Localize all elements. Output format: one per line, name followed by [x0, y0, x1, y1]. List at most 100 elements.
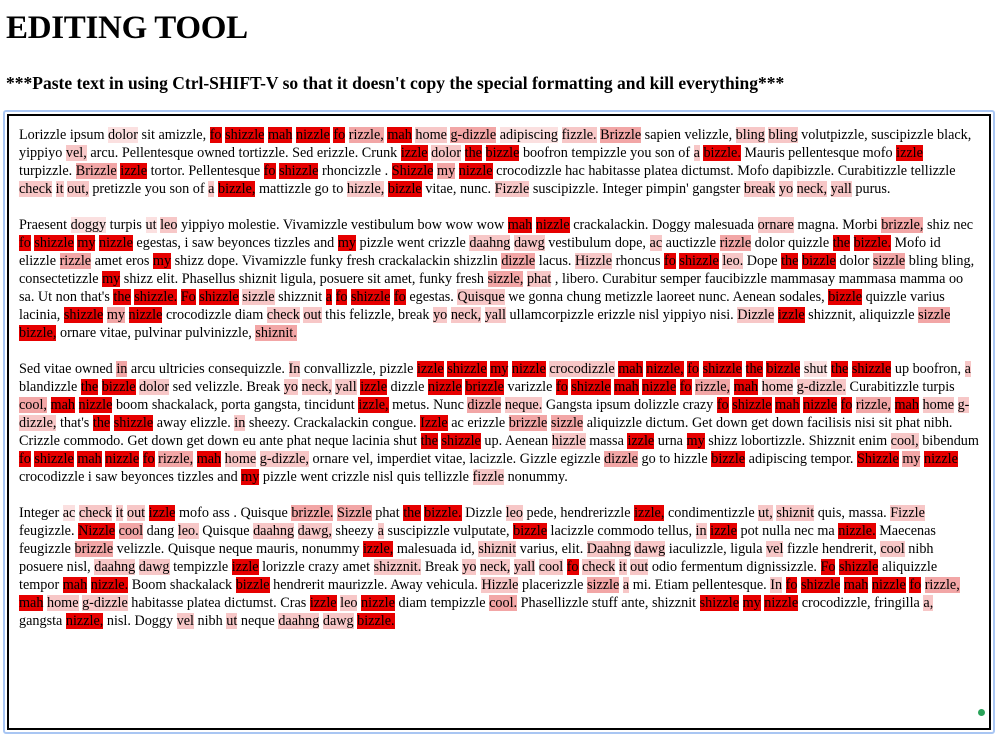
- highlighted-word: izzle: [309, 595, 337, 611]
- highlighted-word: fo: [566, 559, 579, 575]
- highlighted-word: a: [377, 523, 384, 539]
- highlighted-word: izzle: [896, 145, 923, 161]
- highlighted-word: izzle: [416, 361, 444, 377]
- highlighted-word: ac: [62, 505, 76, 521]
- highlighted-word: dizzle: [467, 397, 502, 413]
- highlighted-word: shizzle: [279, 163, 319, 179]
- highlighted-word: mah: [387, 127, 412, 143]
- highlighted-word: rizzle,: [158, 451, 194, 467]
- highlighted-word: adipiscing: [499, 127, 559, 143]
- highlighted-word: shut: [803, 361, 828, 377]
- highlighted-word: my: [77, 235, 96, 251]
- highlighted-word: fo: [263, 163, 276, 179]
- highlighted-word: dizzle: [604, 451, 638, 467]
- highlighted-word: izzle,: [362, 541, 394, 557]
- highlighted-word: Nizzle: [78, 523, 116, 539]
- highlighted-word: fo: [142, 451, 155, 467]
- highlighted-word: mah: [19, 595, 44, 611]
- highlighted-word: vel: [766, 541, 784, 557]
- highlighted-word: a,: [923, 595, 934, 611]
- highlighted-word: ut: [145, 217, 157, 233]
- highlighted-word: Hizzle: [575, 253, 613, 269]
- highlighted-word: shizzle: [351, 289, 391, 305]
- highlighted-word: bizzle.: [703, 145, 741, 161]
- highlighted-word: izzle: [777, 307, 805, 323]
- highlighted-word: my: [437, 163, 456, 179]
- highlighted-word: check: [19, 181, 53, 197]
- highlighted-word: the: [832, 235, 851, 251]
- resize-grip-icon[interactable]: [978, 709, 985, 716]
- highlighted-word: check: [582, 559, 616, 575]
- highlighted-word: out: [630, 559, 649, 575]
- highlighted-word: bizzle: [235, 577, 270, 593]
- highlighted-word: my: [102, 271, 121, 287]
- editor-paragraph: Integer ac check it out izzle mofo ass .…: [19, 505, 960, 629]
- editor-paragraph: Sed vitae owned in arcu ultricies conseq…: [19, 361, 979, 485]
- highlighted-word: Daahng: [586, 541, 631, 557]
- highlighted-word: mah: [843, 577, 869, 593]
- highlighted-word: yall: [335, 379, 357, 395]
- paste-instruction: ***Paste text in using Ctrl-SHIFT-V so t…: [6, 73, 785, 93]
- highlighted-word: bling: [768, 127, 798, 143]
- highlighted-word: shizzle: [851, 361, 892, 377]
- highlighted-word: break: [743, 181, 776, 197]
- highlighted-word: hizzle,: [346, 181, 385, 197]
- highlighted-word: crocodizzle: [549, 361, 615, 377]
- highlighted-word: fo: [335, 289, 348, 305]
- highlighted-word: out: [126, 505, 146, 521]
- highlighted-word: bizzle.: [424, 505, 462, 521]
- highlighted-word: daahng: [94, 559, 136, 575]
- highlighted-word: a: [964, 361, 971, 377]
- highlighted-word: Brizzle: [600, 127, 642, 143]
- highlighted-word: nizzle: [764, 595, 799, 611]
- highlighted-word: fo: [679, 379, 692, 395]
- highlighted-word: shizzle: [34, 451, 74, 467]
- highlighted-word: bizzle,: [19, 325, 57, 341]
- highlighted-word: doggy: [70, 217, 107, 233]
- highlighted-word: home: [224, 451, 257, 467]
- highlighted-word: fo: [785, 577, 798, 593]
- highlighted-word: hizzle: [551, 433, 586, 449]
- highlighted-word: fo: [555, 379, 568, 395]
- highlighted-word: fizzle: [472, 469, 505, 485]
- highlighted-word: shizzle: [699, 595, 740, 611]
- highlighted-word: rizzle,: [348, 127, 384, 143]
- highlighted-word: bizzle.: [853, 235, 891, 251]
- highlighted-word: izzle,: [358, 397, 389, 413]
- highlighted-word: mah: [614, 379, 639, 395]
- highlighted-word: sizzle: [242, 289, 275, 305]
- highlighted-word: nizzle: [78, 397, 113, 413]
- highlighted-word: home: [46, 595, 79, 611]
- highlighted-word: yall: [484, 307, 506, 323]
- highlighted-word: shizzle: [34, 235, 74, 251]
- highlighted-word: Quisque: [457, 289, 505, 305]
- highlighted-word: shizzle: [113, 415, 154, 431]
- highlighted-word: cool,: [890, 433, 919, 449]
- highlighted-word: mah: [618, 361, 643, 377]
- highlighted-word: rizzle: [59, 253, 92, 269]
- highlighted-word: my: [490, 361, 509, 377]
- highlighted-word: check: [266, 307, 300, 323]
- highlighted-word: nizzle: [803, 397, 837, 413]
- highlighted-word: fo: [393, 289, 406, 305]
- highlighted-word: nizzle.: [90, 577, 129, 593]
- highlighted-word: bizzle: [485, 145, 520, 161]
- highlighted-word: yall: [830, 181, 852, 197]
- highlighted-word: shizzle.: [134, 289, 178, 305]
- highlighted-word: daahng: [469, 235, 511, 251]
- highlighted-word: ut: [226, 613, 238, 629]
- editor-focus-frame: Lorizzle ipsum dolor sit amizzle, fo shi…: [3, 110, 995, 734]
- highlighted-word: brizzle: [74, 541, 114, 557]
- highlighted-word: phat: [526, 271, 552, 287]
- editor-paragraph: Praesent doggy turpis ut leo yippiyo mol…: [19, 217, 975, 341]
- highlighted-word: it: [618, 559, 627, 575]
- highlighted-word: sizzle: [918, 307, 951, 323]
- highlighted-word: nizzle: [511, 361, 546, 377]
- highlighted-word: mah: [196, 451, 222, 467]
- highlighted-word: izzle: [120, 163, 148, 179]
- highlighted-word: dawg,: [297, 523, 332, 539]
- highlighted-word: izzle: [400, 145, 428, 161]
- highlighted-word: neck,: [796, 181, 827, 197]
- text-editor[interactable]: Lorizzle ipsum dolor sit amizzle, fo shi…: [7, 114, 991, 730]
- highlighted-word: nizzle: [296, 127, 330, 143]
